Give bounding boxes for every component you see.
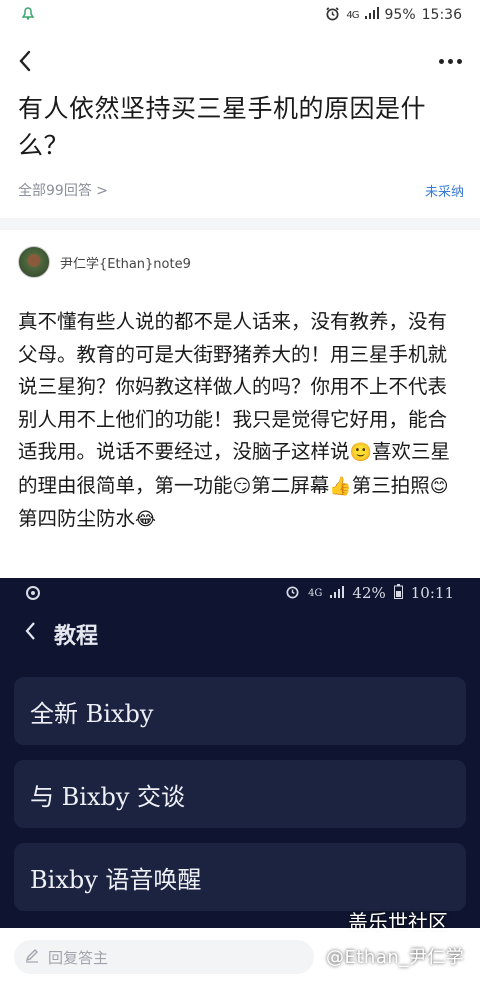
answer-text-part: 第四防尘防水 [18, 507, 136, 530]
embedded-screenshot[interactable]: 4G 42% 10:11 教程 全新 Bixby 与 Bixby 交谈 Bixb… [0, 578, 480, 928]
back-button[interactable] [18, 49, 42, 73]
clock: 15:36 [421, 7, 462, 23]
alarm-icon [285, 584, 300, 603]
embedded-list-item: Bixby 语音唤醒 [14, 843, 466, 911]
chevron-left-icon [24, 621, 36, 647]
embedded-network: 4G [308, 587, 323, 599]
network-indicator: 4G [346, 9, 359, 21]
embedded-status-bar: 4G 42% 10:11 [0, 578, 480, 608]
reply-placeholder: 回复答主 [48, 948, 109, 967]
embedded-title: 教程 [54, 623, 99, 649]
embedded-list-item: 全新 Bixby [14, 677, 466, 745]
laugh-emoji-icon: 😂 [135, 509, 157, 530]
smile-emoji-icon: 🙂 [349, 442, 372, 463]
status-bar: 4G 95% 15:36 [0, 0, 480, 30]
embedded-nav: 教程 [24, 618, 98, 650]
pencil-icon [24, 947, 40, 967]
answer-author[interactable]: 尹仁学{Ethan}note9 [18, 246, 191, 278]
more-options-button[interactable] [439, 58, 462, 64]
embedded-list-item: 与 Bixby 交谈 [14, 760, 466, 828]
signal-icon [330, 584, 345, 602]
all-answers-link[interactable]: 全部99回答 > [18, 180, 108, 200]
sync-icon [26, 586, 40, 600]
thumbs-up-emoji-icon: 👍 [329, 475, 352, 497]
answer-body: 真不懂有些人说的都不是人话来，没有教养，没有父母。教育的可是大街野猪养大的！用三… [18, 306, 466, 537]
answers-row: 全部99回答 > 未采纳 [18, 180, 464, 200]
reply-input[interactable]: 回复答主 [14, 940, 314, 974]
notification-icon [20, 5, 36, 25]
battery-level: 95% [384, 7, 416, 23]
battery-icon [393, 583, 403, 603]
smirk-emoji-icon: 😏 [232, 475, 252, 497]
embedded-battery: 42% [352, 584, 386, 602]
more-dots-icon [439, 58, 444, 64]
chevron-left-icon [19, 50, 31, 72]
signal-icon [364, 7, 379, 23]
user-watermark: @Ethan_尹仁学 [326, 947, 465, 968]
blush-emoji-icon: 😊 [429, 475, 449, 497]
question-title: 有人依然坚持买三星手机的原因是什么？ [18, 94, 427, 160]
avatar[interactable] [18, 246, 50, 278]
accept-status-badge: 未采纳 [424, 184, 464, 200]
section-divider [0, 218, 480, 230]
author-name[interactable]: 尹仁学{Ethan}note9 [60, 253, 191, 272]
embedded-clock: 10:11 [410, 584, 454, 602]
nav-bar [0, 42, 480, 80]
answer-text-part: 第二屏幕 [251, 473, 330, 497]
alarm-icon [325, 6, 340, 25]
answer-text-part: 第三拍照 [351, 473, 430, 497]
